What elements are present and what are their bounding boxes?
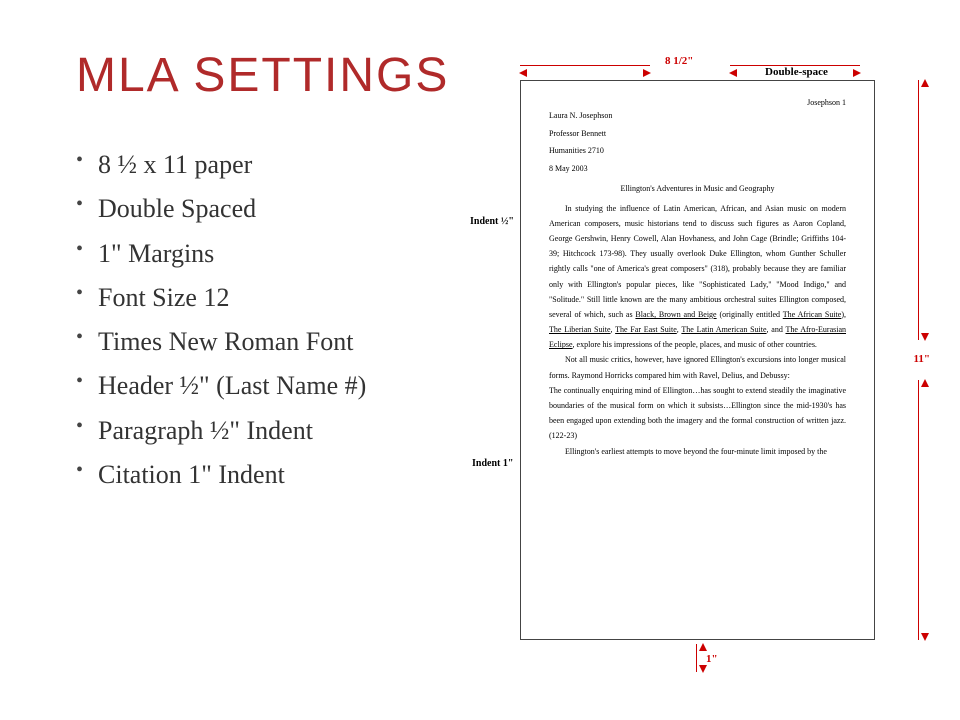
bottom-margin-label: 1" <box>706 653 718 665</box>
p1-u3: The Liberian Suite <box>549 325 611 334</box>
paper-block-quote: The continually enquiring mind of Elling… <box>549 383 846 444</box>
p1-u1: Black, Brown and Beige <box>635 310 716 319</box>
bullet-item: Header ½" (Last Name #) <box>76 366 516 406</box>
indent-full-label: Indent 1" <box>472 458 513 469</box>
indent-half-label: Indent ½" <box>470 216 514 227</box>
heading-line: 8 May 2003 <box>549 160 846 178</box>
bullet-item: 1" Margins <box>76 234 516 274</box>
slide: MLA SETTINGS 8 ½ x 11 paper Double Space… <box>0 0 960 720</box>
page-height-label: 11" <box>914 353 931 365</box>
heading-line: Humanities 2710 <box>549 142 846 160</box>
bullet-list: 8 ½ x 11 paper Double Spaced 1" Margins … <box>76 145 516 499</box>
p1-text: (originally entitled <box>717 310 783 319</box>
p1-text: , and <box>767 325 786 334</box>
bullet-item: Font Size 12 <box>76 278 516 318</box>
bullet-item: Times New Roman Font <box>76 322 516 362</box>
paper-paragraph-3: Ellington's earliest attempts to move be… <box>549 444 846 459</box>
bullet-item: 8 ½ x 11 paper <box>76 145 516 185</box>
mla-diagram: 8 1/2" Double-space 11" 1" ½" Indent ½" … <box>490 58 930 678</box>
paper-page-number: Josephson 1 <box>807 95 846 110</box>
p1-text: In studying the influence of Latin Ameri… <box>549 204 846 319</box>
bottom-margin-arrow <box>690 644 704 672</box>
double-space-label: Double-space <box>765 66 828 78</box>
paper-title: Ellington's Adventures in Music and Geog… <box>549 181 846 196</box>
p1-u2: The African Suite <box>783 310 842 319</box>
p1-u4: The Far East Suite <box>615 325 677 334</box>
bullet-item: Citation 1" Indent <box>76 455 516 495</box>
p1-text: ), <box>841 310 846 319</box>
paper-heading: Laura N. Josephson Professor Bennett Hum… <box>549 107 846 177</box>
heading-line: Laura N. Josephson <box>549 107 846 125</box>
paper-paragraph-1: In studying the influence of Latin Ameri… <box>549 201 846 353</box>
p1-u5: The Latin American Suite <box>681 325 766 334</box>
sample-paper: Josephson 1 Laura N. Josephson Professor… <box>520 80 875 640</box>
p1-text: , explore his impressions of the people,… <box>573 340 817 349</box>
page-width-label: 8 1/2" <box>665 55 693 67</box>
bullet-item: Paragraph ½" Indent <box>76 411 516 451</box>
heading-line: Professor Bennett <box>549 125 846 143</box>
paper-paragraph-2: Not all music critics, however, have ign… <box>549 352 846 382</box>
bullet-item: Double Spaced <box>76 189 516 229</box>
